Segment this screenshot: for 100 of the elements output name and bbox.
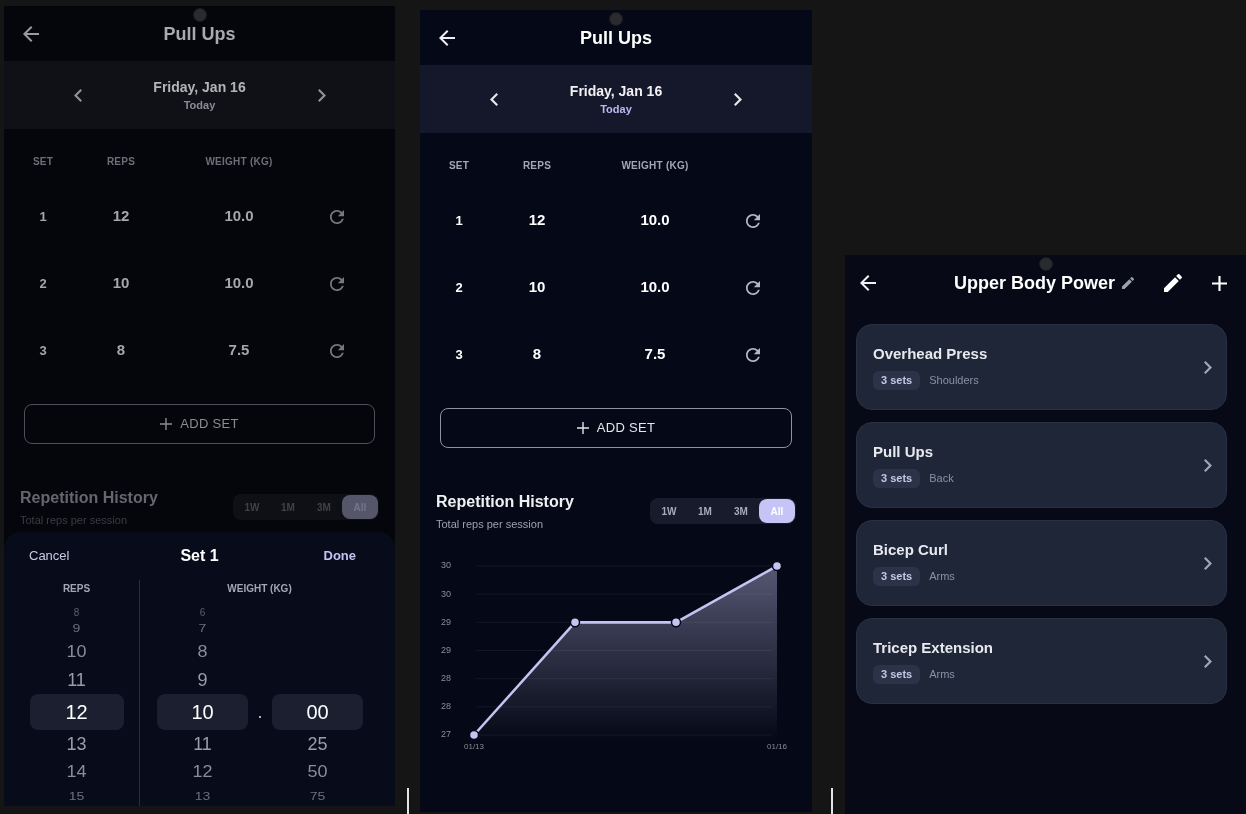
refresh-icon[interactable] [330,209,344,224]
chevron-right-icon[interactable] [1204,654,1212,668]
muscle-group: Arms [929,666,955,683]
wheel-item[interactable]: 00 [272,694,363,730]
chevron-right-icon[interactable] [1204,556,1212,570]
exercise-name: Pull Ups [873,442,933,462]
add-set-button[interactable]: ADD SET [440,408,792,448]
wheel-item[interactable]: 11 [67,666,86,694]
plus-icon [160,418,173,430]
muscle-group: Shoulders [929,372,979,389]
chevron-left-icon[interactable] [490,92,498,106]
camera-icon [192,8,207,22]
axis-label: 27 [441,729,451,740]
set-number: 3 [39,341,47,360]
wheel-item[interactable]: 12 [29,694,124,730]
exercise-name: Bicep Curl [873,540,948,560]
wheel-item[interactable]: 25 [307,730,328,758]
reps-value: 12 [528,210,546,231]
chevron-right-icon[interactable] [1204,360,1212,374]
wheel-item[interactable]: 10 [157,694,248,730]
back-icon[interactable] [860,275,876,291]
wheel-item[interactable]: 13 [66,730,87,758]
sets-badge: 3 sets [873,665,921,684]
pencil-icon[interactable] [1122,277,1134,289]
muscle-group: Arms [929,568,955,585]
exercise-card[interactable]: Overhead Press 3 sets Shoulders [856,324,1227,410]
set-number: 2 [39,274,47,293]
chevron-left-icon[interactable] [73,88,82,102]
wheel-item[interactable]: 75 [309,788,326,804]
refresh-icon[interactable] [746,347,760,362]
exercise-card[interactable]: Tricep Extension 3 sets Arms [856,618,1227,704]
picker-header: WEIGHT (KG) [227,582,292,596]
date-label: Friday, Jan 16 [569,82,663,101]
chevron-right-icon[interactable] [317,88,326,102]
section-title: Repetition History [436,492,574,512]
refresh-icon[interactable] [330,343,344,358]
date-note: Today [600,102,632,117]
set-number: 2 [455,278,463,297]
sets-badge: 3 sets [873,567,921,586]
refresh-icon[interactable] [330,276,344,291]
range-tab[interactable]: 1W [651,499,687,523]
axis-label: 29 [441,616,451,627]
chevron-right-icon[interactable] [734,92,742,106]
chevron-right-icon[interactable] [1204,458,1212,472]
wheel-item[interactable]: 12 [192,759,213,785]
weight-value: 10.0 [224,273,254,294]
done-button[interactable]: Done [323,546,356,566]
muscle-group: Back [929,470,954,487]
axis-label: 01/16 [767,742,787,751]
weight-value: 10.0 [640,210,670,231]
exercise-card[interactable]: Pull Ups 3 sets Back [856,422,1227,508]
sets-badge: 3 sets [873,469,921,488]
reps-value: 8 [532,344,542,365]
sets-badge: 3 sets [873,371,921,390]
data-point [468,729,480,741]
wheel-item[interactable]: 14 [66,759,87,785]
weight-value: 7.5 [644,344,666,365]
section-title: Repetition History [20,488,158,508]
screen-title: Pull Ups [580,26,652,50]
column-header: REPS [522,158,552,173]
axis-label: 30 [441,560,451,571]
range-tab[interactable]: 1M [687,499,723,523]
back-icon[interactable] [439,29,455,46]
range-tab[interactable]: 3M [723,499,759,523]
decimal-point: . [257,701,263,724]
reps-value: 10 [528,277,546,298]
weight-value: 10.0 [224,206,254,227]
plus-icon [576,422,589,434]
column-header: SET [448,158,470,173]
screen-title: Upper Body Power [953,272,1115,295]
refresh-icon[interactable] [746,280,760,295]
back-icon[interactable] [23,25,39,42]
column-header: WEIGHT (KG) [205,154,273,169]
pencil-icon[interactable] [1164,274,1182,292]
wheel-item[interactable]: 15 [68,788,85,804]
wheel-item[interactable]: 7 [198,620,207,636]
exercise-name: Overhead Press [873,344,988,364]
camera-icon [1038,257,1053,271]
reps-value: 10 [112,273,130,294]
date-note: Today [183,98,216,113]
screen-title: Pull Ups [163,22,236,46]
cancel-button[interactable]: Cancel [29,546,70,566]
weight-value: 7.5 [228,340,250,361]
wheel-item[interactable]: 8 [197,639,208,665]
refresh-icon[interactable] [746,213,760,228]
exercise-card[interactable]: Bicep Curl 3 sets Arms [856,520,1227,606]
wheel-item[interactable]: 50 [307,759,328,785]
data-point [670,617,682,628]
add-set-button[interactable]: ADD SET [24,404,375,444]
wheel-item[interactable]: 9 [72,620,81,636]
date-label: Friday, Jan 16 [153,78,246,97]
reps-value: 8 [116,340,126,361]
wheel-item[interactable]: 9 [197,666,208,694]
column-header: WEIGHT (KG) [621,158,689,173]
wheel-item[interactable]: 13 [194,788,211,804]
wheel-item[interactable]: 11 [193,730,212,758]
set-number: 1 [455,211,463,230]
wheel-item[interactable]: 10 [66,639,87,665]
set-number: 3 [455,345,463,364]
plus-icon[interactable] [1212,275,1227,291]
